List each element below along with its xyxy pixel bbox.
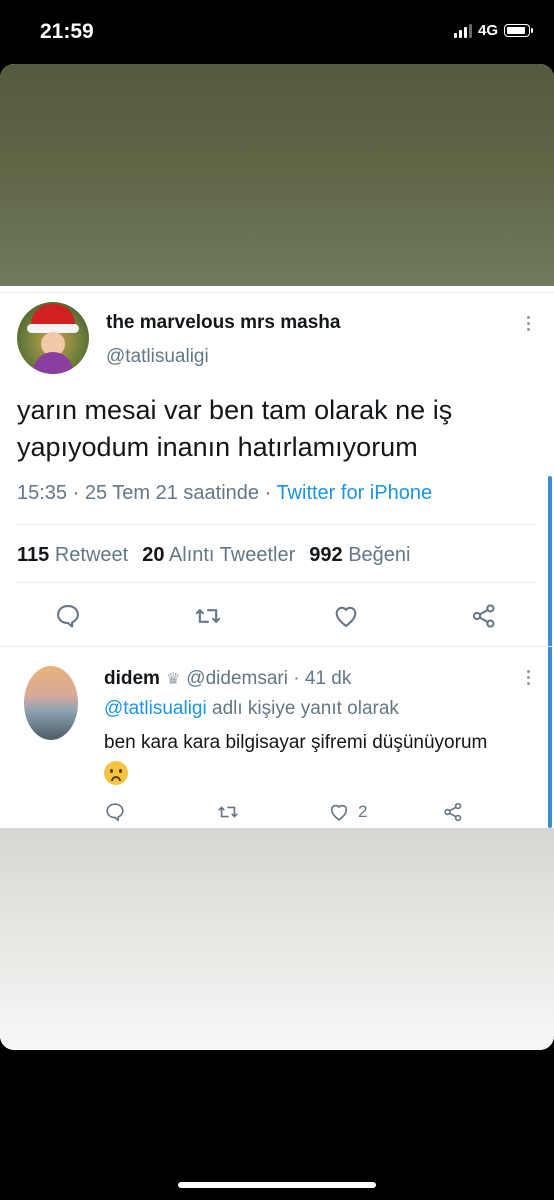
worried-face-emoji-icon: [104, 760, 128, 785]
signal-icon: [453, 23, 472, 38]
background-blur-bottom: [0, 828, 554, 1050]
reply-mention-link[interactable]: @tatlisualigi: [104, 698, 207, 719]
reply-actions: 2: [0, 796, 554, 828]
likes-stat[interactable]: 992 Beğeni: [309, 544, 410, 566]
reply-context: @tatlisualigi adlı kişiye yanıt olarak: [104, 698, 399, 719]
retweet-icon[interactable]: [216, 796, 240, 828]
tweet-timestamp: 15:35 · 25 Tem 21 saatinde ·: [17, 482, 277, 504]
author-avatar[interactable]: [17, 302, 89, 374]
battery-icon: [504, 24, 533, 37]
reply-icon[interactable]: [48, 596, 88, 636]
tweet-meta: 15:35 · 25 Tem 21 saatinde · Twitter for…: [17, 482, 432, 505]
tweet-detail: the marvelous mrs masha @tatlisualigi ya…: [0, 286, 554, 828]
retweets-stat[interactable]: 115 Retweet: [17, 544, 128, 566]
like-button[interactable]: 2: [328, 796, 367, 828]
like-icon: [330, 804, 348, 821]
author-name[interactable]: the marvelous mrs masha: [106, 312, 340, 334]
network-type: 4G: [477, 22, 498, 39]
reply-icon[interactable]: [104, 796, 126, 828]
tweet-stats: 115 Retweet 20 Alıntı Tweetler 992 Beğeni: [17, 544, 410, 567]
like-icon[interactable]: [326, 596, 366, 636]
like-count: 2: [358, 802, 368, 821]
more-icon[interactable]: [527, 670, 530, 685]
reply-author-name[interactable]: didem: [104, 668, 160, 689]
reply-header: didem ♛ @didemsari · 41 dk: [104, 668, 351, 690]
status-bar: 21:59 4G: [0, 0, 554, 64]
more-icon[interactable]: [527, 316, 530, 331]
share-icon[interactable]: [464, 596, 504, 636]
tweet-actions: [0, 596, 554, 636]
status-time: 21:59: [40, 20, 94, 43]
screenshot-card: the marvelous mrs masha @tatlisualigi ya…: [0, 64, 554, 1050]
reply-text: ben kara kara bilgisayar şifremi düşünüy…: [104, 728, 544, 788]
crown-icon: ♛: [165, 671, 181, 688]
status-indicators: 4G: [453, 22, 533, 39]
retweet-icon[interactable]: [188, 596, 228, 636]
background-blur-top: [0, 64, 554, 286]
reply-author-avatar[interactable]: [24, 666, 78, 740]
tweet-source-link[interactable]: Twitter for iPhone: [276, 482, 432, 504]
scrollbar[interactable]: [548, 476, 552, 828]
quotes-stat[interactable]: 20 Alıntı Tweetler: [142, 544, 295, 566]
reply-author-handle[interactable]: @didemsari: [186, 668, 288, 689]
share-icon[interactable]: [442, 796, 464, 828]
reply-time: · 41 dk: [293, 668, 352, 689]
tweet-text: yarın mesai var ben tam olarak ne iş yap…: [17, 395, 453, 462]
home-indicator[interactable]: [178, 1182, 376, 1188]
author-handle[interactable]: @tatlisualigi: [106, 346, 209, 368]
